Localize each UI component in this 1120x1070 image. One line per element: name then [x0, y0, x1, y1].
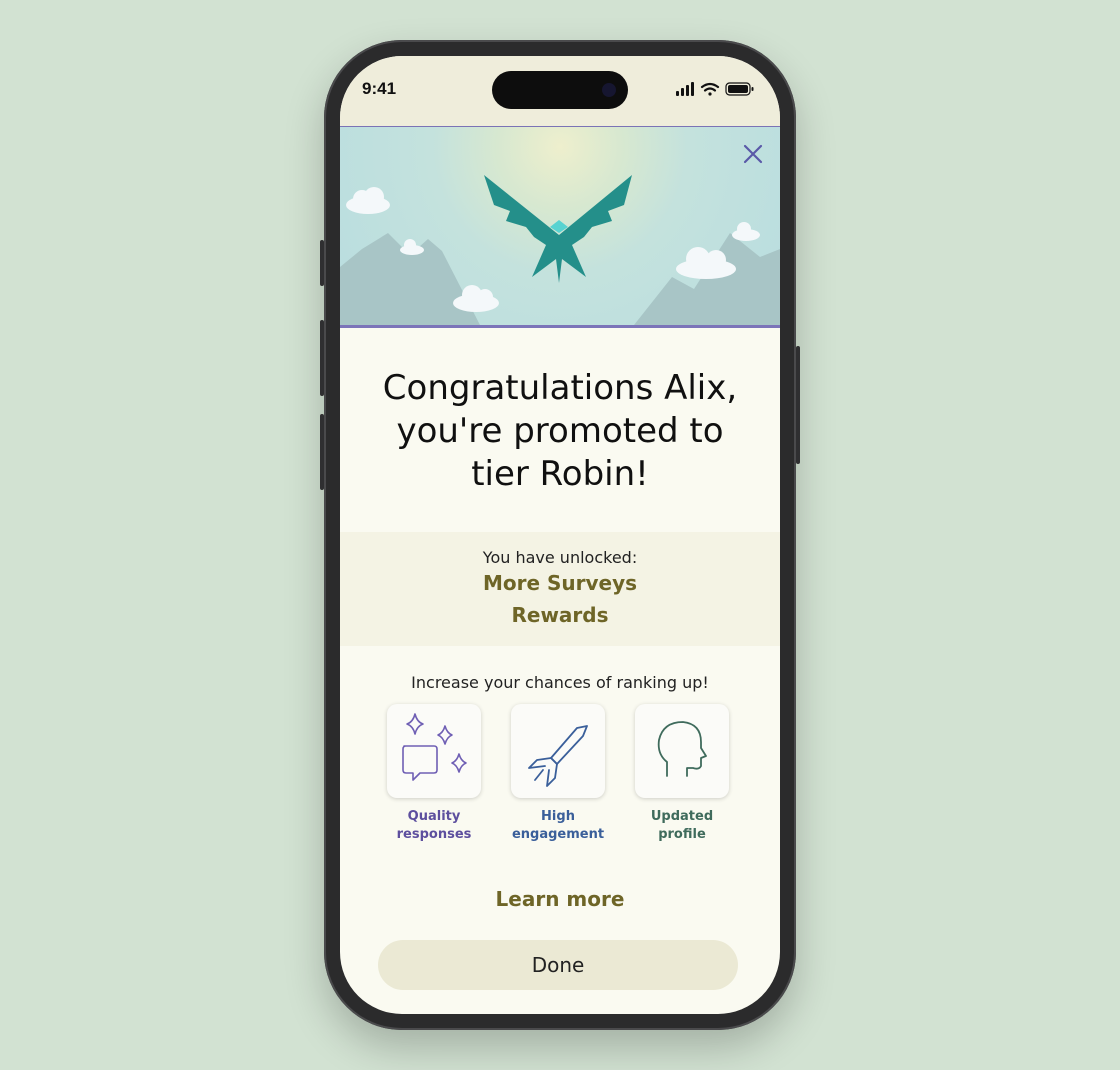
tip-card	[511, 704, 605, 798]
tip-label: High engagement	[511, 809, 605, 842]
tips-grid: Quality responses High engagement Update…	[386, 704, 736, 854]
rocket-icon	[528, 725, 588, 787]
dynamic-island	[492, 71, 628, 109]
power-button	[796, 346, 800, 464]
tip-high-engagement[interactable]: High engagement	[510, 704, 606, 844]
wifi-icon	[700, 82, 720, 96]
screen: 9:41 Congratulations Alix, you're promot…	[340, 56, 780, 1014]
done-button[interactable]: Done	[378, 940, 738, 990]
unlocked-intro: You have unlocked:	[482, 548, 638, 567]
unlocked-item: Rewards	[511, 603, 609, 627]
head-profile-icon	[657, 721, 707, 777]
tip-label: Updated profile	[650, 809, 714, 842]
page-title: Congratulations Alix, you're promoted to…	[382, 368, 738, 494]
phone-frame: 9:41 Congratulations Alix, you're promot…	[320, 40, 800, 1030]
camera-icon	[602, 83, 616, 97]
hero-banner	[340, 126, 780, 328]
tips-title: Increase your chances of ranking up!	[411, 673, 709, 692]
action-button	[320, 240, 324, 286]
volume-down-button	[320, 414, 324, 490]
robin-bird-logo-icon	[484, 175, 632, 283]
status-icons	[676, 82, 754, 96]
unlocked-section: You have unlocked: More Surveys Rewards	[340, 532, 780, 646]
tip-label: Quality responses	[396, 809, 472, 842]
tip-quality-responses[interactable]: Quality responses	[386, 704, 482, 844]
volume-up-button	[320, 320, 324, 396]
tip-card	[635, 704, 729, 798]
status-bar: 9:41	[340, 56, 780, 126]
battery-icon	[725, 82, 754, 96]
status-time: 9:41	[362, 79, 397, 98]
sparkle-chat-icon	[402, 713, 467, 781]
tip-card	[387, 704, 481, 798]
signal-icon	[676, 82, 694, 96]
close-icon	[743, 144, 763, 164]
unlocked-item: More Surveys	[482, 571, 638, 595]
tip-updated-profile[interactable]: Updated profile	[634, 704, 730, 844]
content: Congratulations Alix, you're promoted to…	[340, 327, 780, 990]
learn-more-link[interactable]: Learn more	[340, 887, 780, 911]
close-button[interactable]	[740, 141, 766, 167]
